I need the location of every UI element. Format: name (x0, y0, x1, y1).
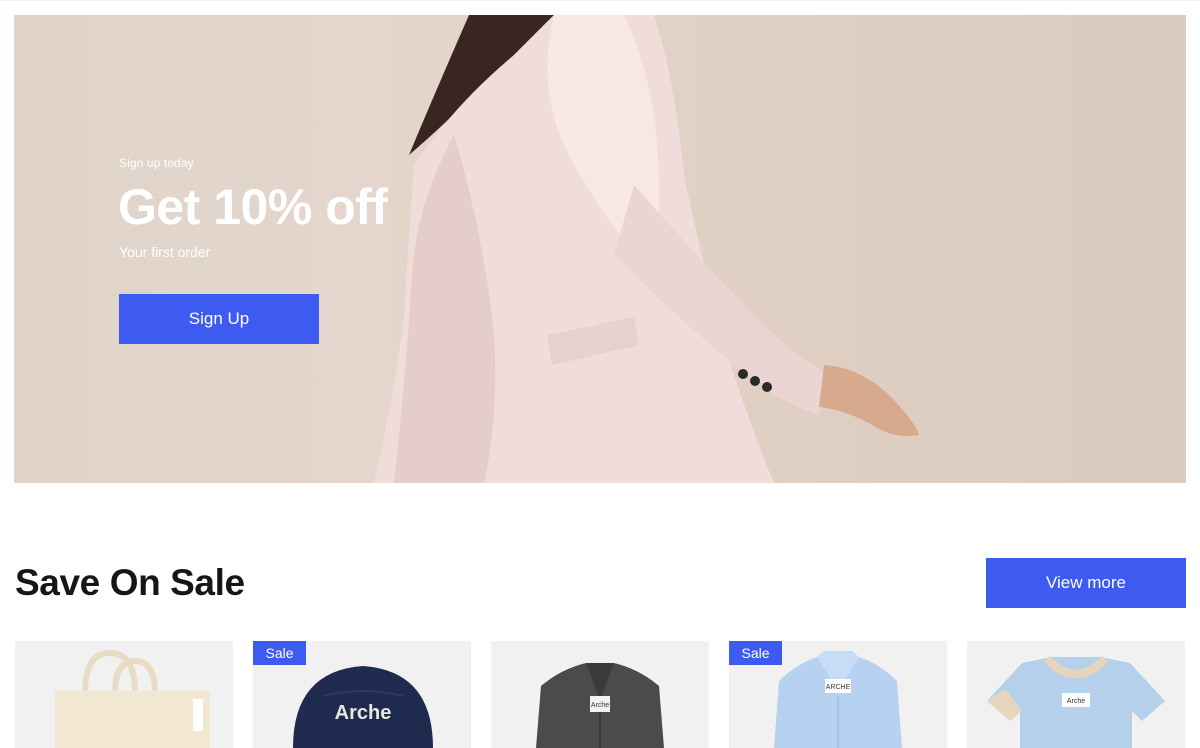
product-card-cap[interactable]: Arche Sale (253, 641, 471, 748)
hero-banner: Sign up today Get 10% off Your first ord… (14, 15, 1186, 483)
product-card-t-shirt[interactable]: Arche (967, 641, 1185, 748)
sale-badge: Sale (729, 641, 782, 665)
product-image-overshirt: Arche (536, 663, 664, 748)
product-card-dress-shirt[interactable]: ARCHE Sale (729, 641, 947, 748)
product-image-t-shirt: Arche (987, 655, 1165, 748)
hero-kicker: Sign up today (119, 156, 194, 170)
product-image-tote-bag (55, 649, 210, 748)
sign-up-button[interactable]: Sign Up (119, 294, 319, 344)
dress-shirt-label: ARCHE (826, 684, 851, 691)
t-shirt-label: Arche (1067, 698, 1085, 705)
sale-badge: Sale (253, 641, 306, 665)
overshirt-label: Arche (591, 702, 609, 709)
hero-subtitle: Your first order (119, 244, 211, 260)
hero-title: Get 10% off (118, 179, 388, 235)
top-divider (0, 0, 1200, 1)
section-title: Save On Sale (15, 562, 245, 603)
product-card-tote-bag[interactable] (15, 641, 233, 748)
product-card-overshirt[interactable]: Arche (491, 641, 709, 748)
view-more-button[interactable]: View more (986, 558, 1186, 608)
cap-brand-text: Arche (335, 702, 392, 724)
